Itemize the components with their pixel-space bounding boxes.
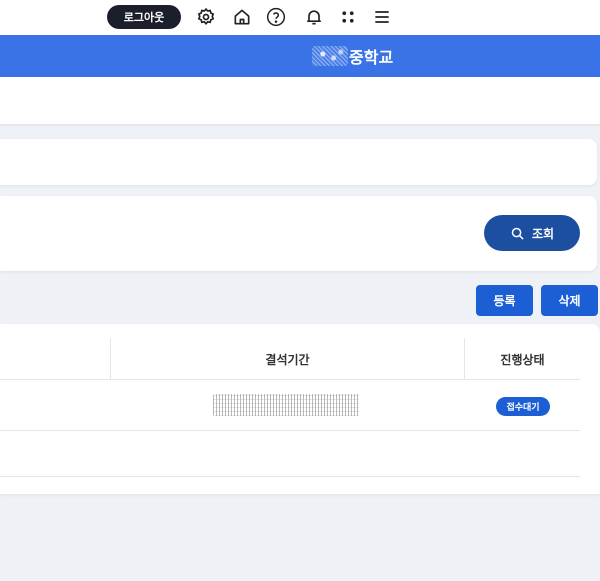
school-name: 중학교: [349, 48, 394, 67]
column-header-period: 결석기간: [110, 338, 465, 380]
redacted-period: [213, 394, 359, 416]
table-row-empty: [0, 431, 580, 477]
top-bar: 로그아웃: [0, 0, 600, 35]
search-button-label: 조회: [531, 226, 555, 241]
table-row[interactable]: 접수대기: [0, 380, 580, 431]
delete-button[interactable]: 삭제: [541, 285, 598, 316]
sub-header: [0, 77, 600, 124]
register-button[interactable]: 등록: [476, 285, 533, 316]
school-title: 중학교: [312, 43, 393, 69]
logout-button[interactable]: 로그아웃: [107, 5, 181, 29]
search-icon: [511, 227, 524, 240]
bell-icon[interactable]: [303, 6, 325, 28]
search-button[interactable]: 조회: [484, 215, 580, 251]
table-header: 결석기간 진행상태: [0, 338, 580, 380]
absence-table: 결석기간 진행상태 접수대기: [0, 338, 580, 477]
help-icon[interactable]: [265, 6, 287, 28]
apps-icon[interactable]: [337, 6, 359, 28]
home-icon[interactable]: [231, 6, 253, 28]
menu-icon[interactable]: [371, 6, 393, 28]
gear-icon[interactable]: [195, 6, 217, 28]
column-header-status: 진행상태: [500, 352, 545, 367]
redacted-school-prefix: [312, 46, 348, 66]
school-header: 중학교: [0, 35, 600, 77]
status-badge: 접수대기: [496, 397, 550, 416]
filter-card: [0, 139, 597, 185]
